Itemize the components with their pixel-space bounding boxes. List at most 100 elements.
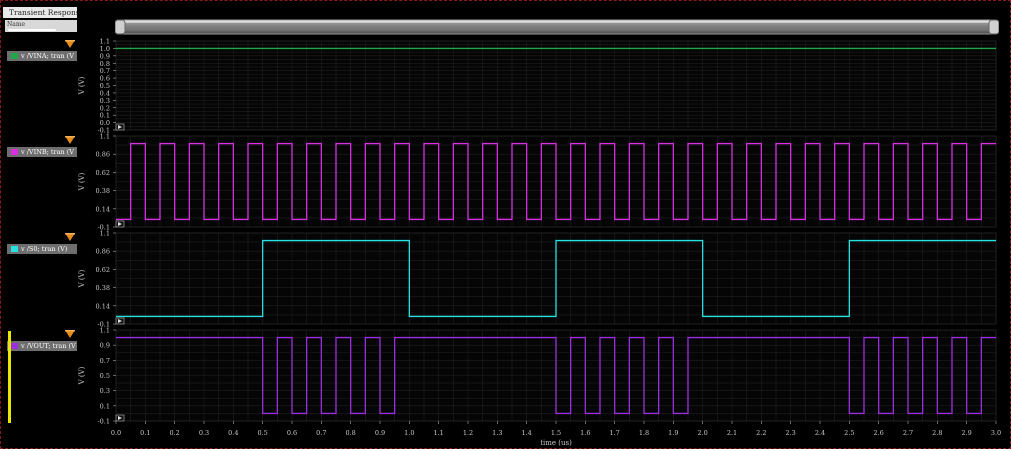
plot-area-2 xyxy=(115,232,997,325)
x-tick-label: 0.8 xyxy=(345,429,355,437)
y-tick-label: 0.3 xyxy=(100,97,110,105)
y-tick-label: 0.8 xyxy=(100,60,110,68)
x-tick-label: 2.3 xyxy=(785,429,795,437)
legend-item-vout[interactable]: v /VOUT; tran (V xyxy=(7,341,77,351)
y-tick-label: 1.1 xyxy=(100,230,110,238)
menu-triangle-icon[interactable] xyxy=(65,233,75,241)
name-header-resize-bar[interactable] xyxy=(8,29,56,31)
y-tick-label: 0.6 xyxy=(100,75,110,83)
x-tick-label: 1.8 xyxy=(639,429,649,437)
series-line-2 xyxy=(116,239,996,318)
name-column-header[interactable]: Name xyxy=(5,20,77,32)
y-tick-label: 1.1 xyxy=(100,327,110,335)
horizontal-scrollbar[interactable] xyxy=(115,19,999,35)
panel-expand-arrow xyxy=(118,319,122,323)
scroll-right-handle[interactable] xyxy=(988,19,999,35)
legend-item-vina[interactable]: v /VINA; tran (V xyxy=(7,51,77,61)
x-tick-label: 0.2 xyxy=(169,429,179,437)
legend-swatch xyxy=(11,246,18,252)
x-tick-label: 0.1 xyxy=(140,429,150,437)
x-tick-label: 1.7 xyxy=(609,429,619,437)
x-tick-label: 2.4 xyxy=(815,429,825,437)
plot-area-0 xyxy=(115,40,997,131)
panel-expand-icon xyxy=(115,123,125,131)
legend-swatch xyxy=(11,53,18,59)
y-axis-label: V (V) xyxy=(78,76,86,95)
scroll-left-handle[interactable] xyxy=(115,19,126,35)
y-tick-label: 0.14 xyxy=(96,205,110,213)
y-tick-label: -0.1 xyxy=(97,127,110,135)
name-header-label: Name xyxy=(7,21,26,28)
y-tick-label: 0.86 xyxy=(96,248,110,256)
x-tick-label: 1.9 xyxy=(668,429,678,437)
y-tick-label: -0.1 xyxy=(97,224,110,232)
x-tick-label: 2.6 xyxy=(873,429,883,437)
x-tick-label: 2.5 xyxy=(844,429,854,437)
y-tick-label: 0.86 xyxy=(96,151,110,159)
x-tick-label: 2.1 xyxy=(727,429,737,437)
legend-swatch xyxy=(11,149,18,155)
y-tick-label: 0.3 xyxy=(100,387,110,395)
y-tick-label: 0.7 xyxy=(100,357,110,365)
y-tick-label: 0.62 xyxy=(96,266,110,274)
legend-swatch xyxy=(11,343,18,349)
panel-expand-icon xyxy=(115,414,125,422)
legend-label: v /VINB; tran (V xyxy=(21,148,74,156)
x-tick-label: 0.6 xyxy=(287,429,297,437)
y-tick-label: -0.1 xyxy=(97,418,110,426)
x-tick-label: 2.2 xyxy=(756,429,766,437)
x-tick-label: 2.7 xyxy=(903,429,913,437)
x-tick-label: 1.6 xyxy=(580,429,590,437)
legend-item-vinb[interactable]: v /VINB; tran (V xyxy=(7,147,77,157)
plot-area-1 xyxy=(115,135,997,228)
panel-expand-icon xyxy=(115,220,125,228)
y-axis-label: V (V) xyxy=(78,269,86,288)
x-tick-label: 0.0 xyxy=(111,429,121,437)
menu-triangle-icon[interactable] xyxy=(65,136,75,144)
waveform-window: Transient Response Name v /VINA; tran (V… xyxy=(0,0,1011,449)
panel-expand-icon xyxy=(115,317,125,325)
menu-triangle-icon[interactable] xyxy=(65,330,75,338)
y-tick-label: 0.9 xyxy=(100,342,110,350)
y-tick-label: 0.1 xyxy=(100,112,110,120)
window-title: Transient Response xyxy=(3,7,77,18)
plot-area-3 xyxy=(115,329,997,422)
x-tick-label: 1.4 xyxy=(521,429,531,437)
x-tick-label: 0.3 xyxy=(199,429,209,437)
x-tick-label: 1.5 xyxy=(551,429,561,437)
y-tick-label: 0.5 xyxy=(100,82,110,90)
y-tick-label: 0.2 xyxy=(100,104,110,112)
legend-label: v /S0; tran (V) xyxy=(21,245,68,253)
x-tick-label: 1.1 xyxy=(433,429,443,437)
legend-label: v /VINA; tran (V xyxy=(21,52,74,60)
y-tick-label: 1.1 xyxy=(100,133,110,141)
y-axis-label: V (V) xyxy=(78,366,86,385)
y-tick-label: -0.1 xyxy=(97,321,110,329)
y-tick-label: 0.38 xyxy=(96,284,110,292)
x-tick-label: 0.7 xyxy=(316,429,326,437)
x-tick-label: 2.8 xyxy=(932,429,942,437)
panel-expand-arrow xyxy=(118,222,122,226)
x-tick-label: 1.2 xyxy=(463,429,473,437)
x-axis-label: time (us) xyxy=(540,439,572,447)
legend-panel: Transient Response Name v /VINA; tran (V… xyxy=(3,3,77,448)
legend-label: v /VOUT; tran (V xyxy=(21,342,76,350)
x-tick-label: 3.0 xyxy=(991,429,1001,437)
selection-marker-bar xyxy=(8,331,11,423)
y-tick-label: 0.38 xyxy=(96,187,110,195)
series-line-3 xyxy=(116,336,996,415)
legend-item-s0[interactable]: v /S0; tran (V) xyxy=(7,244,77,254)
y-tick-label: 0.0 xyxy=(100,119,110,127)
menu-triangle-icon[interactable] xyxy=(65,40,75,48)
y-tick-label: 0.14 xyxy=(96,302,110,310)
y-tick-label: 1.1 xyxy=(100,38,110,46)
y-axis-label: V (V) xyxy=(78,172,86,191)
panel-expand-arrow xyxy=(118,416,122,420)
y-tick-label: 0.5 xyxy=(100,372,110,380)
series-line-1 xyxy=(116,142,996,221)
panel-expand-arrow xyxy=(118,125,122,129)
y-tick-label: 0.62 xyxy=(96,169,110,177)
x-tick-label: 2.9 xyxy=(961,429,971,437)
y-tick-label: 1.0 xyxy=(100,45,110,53)
y-tick-label: 0.7 xyxy=(100,67,110,75)
